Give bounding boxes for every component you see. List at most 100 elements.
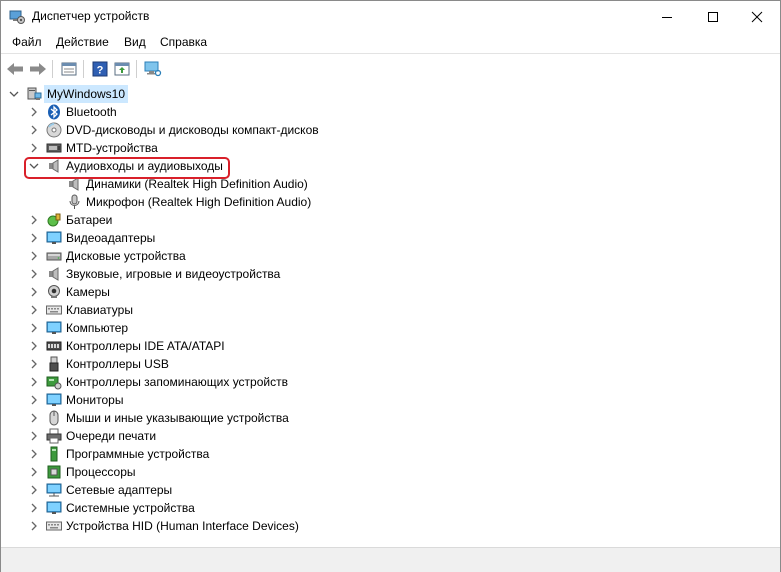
expand-chevron-icon[interactable] [29,323,39,333]
forward-button[interactable] [28,59,48,79]
dvd-drive-icon [46,122,62,138]
mouse-icon [49,410,59,426]
monitor-icon [46,393,62,406]
tree-item-label[interactable]: Процессоры [66,463,136,481]
toolbar-separator [83,60,84,78]
software-device-icon [50,446,58,462]
menu-action[interactable]: Действие [56,35,109,49]
tree-item-label[interactable]: MTD-устройства [66,139,158,157]
tree-item-label[interactable]: Мыши и иные указывающие устройства [66,409,289,427]
driver-update-icon [114,62,130,76]
microphone-icon [69,194,80,209]
expand-chevron-icon[interactable] [29,449,39,459]
tree-item-label[interactable]: Контроллеры IDE ATA/ATAPI [66,337,225,355]
tree-root-label[interactable]: MyWindows10 [44,85,129,103]
help-button[interactable]: ? [90,59,110,79]
expand-chevron-icon[interactable] [29,413,39,423]
back-arrow-icon [7,63,23,75]
update-driver-button[interactable] [112,59,132,79]
storage-controller-icon [46,376,62,390]
forward-arrow-icon [30,63,46,75]
expand-chevron-icon[interactable] [29,287,39,297]
back-button[interactable] [5,59,25,79]
tree-item-label[interactable]: Системные устройства [66,499,195,517]
device-manager-icon [9,10,25,24]
tree-item-label[interactable]: Компьютер [66,319,128,337]
tree-item-label[interactable]: Клавиатуры [66,301,133,319]
tree-item-label[interactable]: Дисковые устройства [66,247,186,265]
properties-button[interactable] [59,59,79,79]
menu-help[interactable]: Справка [160,35,207,49]
tree-item-label[interactable]: Мониторы [66,391,123,409]
status-bar [1,547,780,572]
tree-item-label[interactable]: Очереди печати [66,427,156,445]
menu-bar: Файл Действие Вид Справка [1,32,780,53]
maximize-button[interactable] [690,1,736,32]
processor-icon [47,465,61,479]
maximize-icon [708,11,718,22]
menu-view[interactable]: Вид [124,35,146,49]
toolbar-separator [52,60,53,78]
battery-icon [47,213,61,227]
expand-chevron-icon[interactable] [29,377,39,387]
expand-chevron-icon[interactable] [29,467,39,477]
expand-chevron-icon[interactable] [29,233,39,243]
expand-chevron-icon[interactable] [29,503,39,513]
printer-icon [46,428,62,444]
expand-chevron-icon[interactable] [29,269,39,279]
expand-chevron-icon[interactable] [29,341,39,351]
collapse-chevron-icon[interactable] [9,89,19,99]
mtd-device-icon [46,143,62,153]
sound-device-icon [49,267,59,281]
expand-chevron-icon[interactable] [29,251,39,261]
tree-item-label[interactable]: Видеоадаптеры [66,229,155,247]
tree-item-label[interactable]: Звуковые, игровые и видеоустройства [66,265,280,283]
window-title: Диспетчер устройств [32,9,150,23]
minimize-button[interactable] [644,1,690,32]
expand-chevron-icon[interactable] [29,521,39,531]
annotation-highlight-box [24,157,230,179]
usb-icon [49,356,59,372]
properties-icon [61,62,77,76]
display-adapter-icon [46,231,62,244]
expand-chevron-icon[interactable] [29,143,39,153]
tree-item-label[interactable]: Устройства HID (Human Interface Devices) [66,517,299,535]
network-adapter-icon [46,483,62,497]
close-icon [751,11,763,22]
tree-item-label[interactable]: Сетевые адаптеры [66,481,172,499]
expand-chevron-icon[interactable] [29,485,39,495]
close-button[interactable] [734,1,780,32]
expand-chevron-icon[interactable] [29,395,39,405]
expand-chevron-icon[interactable] [29,215,39,225]
ide-controller-icon [46,341,62,351]
tree-item-label[interactable]: DVD-дисководы и дисководы компакт-дисков [66,121,319,139]
tree-item-label[interactable]: Камеры [66,283,110,301]
keyboard-icon [46,305,62,315]
disk-drive-icon [46,252,62,261]
minimize-icon [662,16,672,18]
scan-hardware-button[interactable] [143,59,163,79]
bluetooth-icon [48,104,60,120]
tree-item-label[interactable]: Батареи [66,211,112,229]
device-manager-window: Диспетчер устройств Файл Действие Вид Сп… [0,0,781,572]
tree-item-label[interactable]: Контроллеры USB [66,355,169,373]
tree-item-label[interactable]: Программные устройства [66,445,209,463]
expand-chevron-icon[interactable] [29,431,39,441]
expand-chevron-icon[interactable] [29,305,39,315]
camera-icon [48,285,60,298]
device-tree: MyWindows10 Bluetooth DVD-дисководы и ди… [1,84,780,546]
expand-chevron-icon[interactable] [29,107,39,117]
tree-item-label[interactable]: Bluetooth [66,103,117,121]
menu-file[interactable]: Файл [12,35,42,49]
title-bar[interactable]: Диспетчер устройств [1,1,780,32]
tree-item-label[interactable]: Контроллеры запоминающих устройств [66,373,288,391]
hid-icon [46,521,62,531]
svg-text:?: ? [97,65,104,77]
computer-icon [46,321,62,334]
expand-chevron-icon[interactable] [29,359,39,369]
computer-icon [27,87,42,100]
tree-child-label[interactable]: Микрофон (Realtek High Definition Audio) [86,193,311,211]
toolbar: ? [1,53,780,85]
expand-chevron-icon[interactable] [29,125,39,135]
help-icon: ? [92,61,108,77]
